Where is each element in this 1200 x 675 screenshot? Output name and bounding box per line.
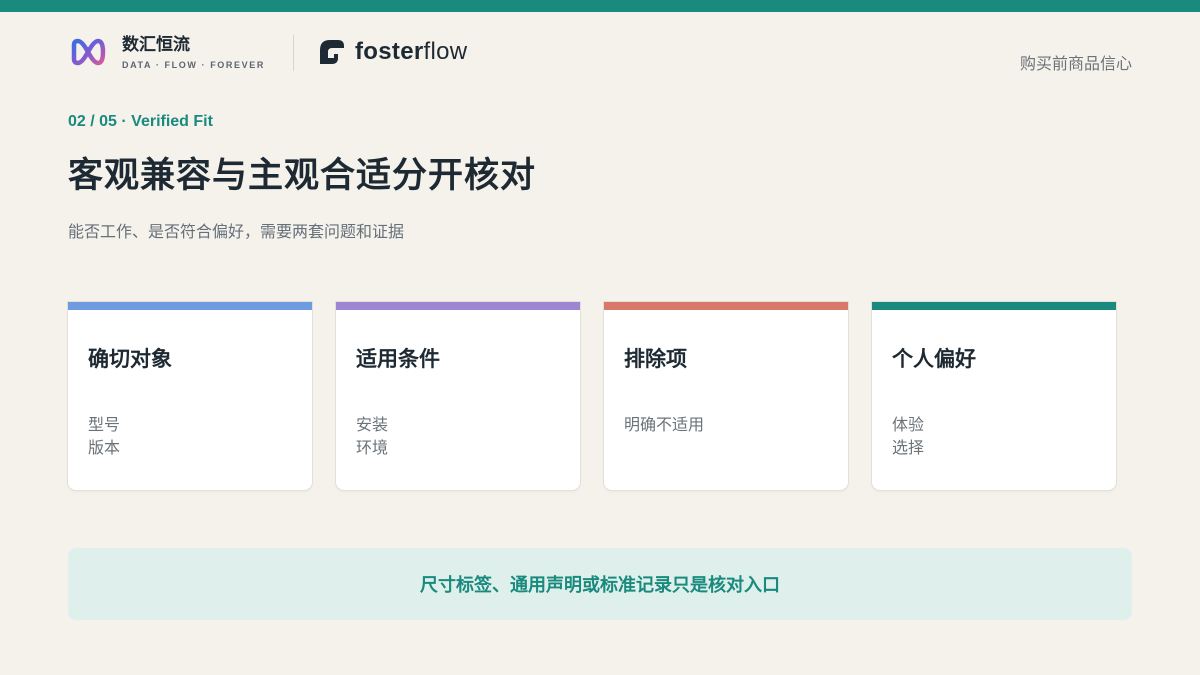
card-line: 体验 bbox=[892, 415, 925, 434]
card-exclusions: 排除项 明确不适用 bbox=[604, 302, 848, 490]
section-label: 购买前商品信心 bbox=[1019, 54, 1132, 73]
fosterflow-logo-icon bbox=[320, 40, 344, 64]
brand-tagline: DATA · FLOW · FOREVER bbox=[122, 60, 265, 70]
brand-name: 数汇恒流 bbox=[122, 35, 190, 55]
card-body: 明确不适用 bbox=[624, 413, 704, 436]
card-title: 排除项 bbox=[624, 347, 687, 371]
card-line: 型号 bbox=[88, 415, 121, 434]
brand-block: 数汇恒流 DATA · FLOW · FOREVER bbox=[70, 34, 265, 70]
card-line: 明确不适用 bbox=[624, 415, 705, 434]
top-accent-bar bbox=[0, 0, 1200, 12]
card-title: 个人偏好 bbox=[892, 347, 976, 371]
card-title: 确切对象 bbox=[88, 347, 172, 371]
card-stripe bbox=[604, 302, 848, 310]
card-stripe bbox=[336, 302, 580, 310]
card-line: 环境 bbox=[356, 438, 389, 457]
note-banner: 尺寸标签、通用声明或标准记录只是核对入口 bbox=[68, 548, 1132, 620]
card-line: 选择 bbox=[892, 438, 925, 457]
partner-logo: fosterflow bbox=[318, 38, 467, 66]
card-row: 确切对象 型号 版本 适用条件 安装 环境 排除项 明确不适用 个人偏好 体验 … bbox=[68, 302, 1116, 490]
card-stripe bbox=[872, 302, 1116, 310]
card-body: 型号 版本 bbox=[88, 413, 120, 459]
card-stripe bbox=[68, 302, 312, 310]
card-exact-object: 确切对象 型号 版本 bbox=[68, 302, 312, 490]
infinity-logo-icon bbox=[71, 38, 106, 66]
card-line: 安装 bbox=[356, 415, 389, 434]
page-title: 客观兼容与主观合适分开核对 bbox=[68, 156, 537, 196]
card-body: 体验 选择 bbox=[892, 413, 924, 459]
header-divider bbox=[293, 35, 294, 71]
page-subtitle: 能否工作、是否符合偏好，需要两套问题和证据 bbox=[68, 222, 405, 241]
card-conditions: 适用条件 安装 环境 bbox=[336, 302, 580, 490]
card-line: 版本 bbox=[88, 438, 121, 457]
card-title: 适用条件 bbox=[356, 347, 440, 371]
partner-name: fosterflow bbox=[355, 38, 468, 65]
slide-kicker: 02 / 05 · Verified Fit bbox=[68, 113, 213, 130]
card-body: 安装 环境 bbox=[356, 413, 388, 459]
card-preferences: 个人偏好 体验 选择 bbox=[872, 302, 1116, 490]
